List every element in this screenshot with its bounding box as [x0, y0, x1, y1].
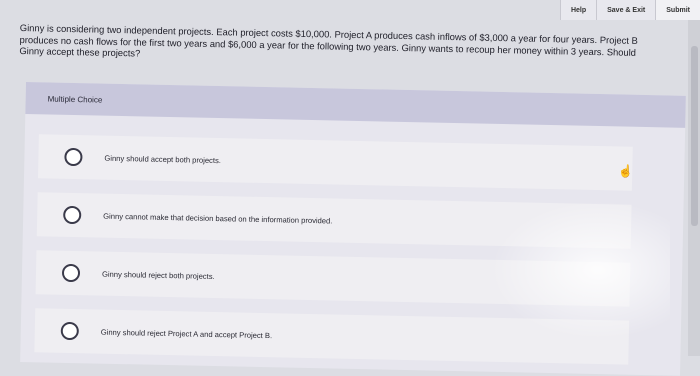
choice-option-4[interactable]: Ginny should reject Project A and accept… [34, 308, 630, 365]
choice-option-1[interactable]: Ginny should accept both projects. [37, 134, 633, 191]
scrollbar-thumb[interactable] [691, 46, 698, 226]
choice-option-2[interactable]: Ginny cannot make that decision based on… [36, 192, 632, 249]
radio-button[interactable] [64, 147, 83, 167]
question-text: Ginny is considering two independent pro… [19, 22, 638, 59]
choice-label: Ginny cannot make that decision based on… [103, 211, 333, 225]
radio-button[interactable] [61, 263, 81, 283]
help-button[interactable]: Help [559, 0, 597, 20]
choice-label: Ginny should reject Project A and accept… [100, 327, 273, 340]
submit-button[interactable]: Submit [655, 0, 700, 20]
choice-option-3[interactable]: Ginny should reject both projects. [35, 250, 631, 307]
multiple-choice-panel: Multiple Choice Ginny should accept both… [20, 82, 686, 376]
top-toolbar: Help Save & Exit Submit [559, 0, 700, 20]
choice-label: Ginny should reject both projects. [101, 269, 215, 281]
scrollbar[interactable] [688, 20, 700, 356]
radio-button[interactable] [60, 321, 79, 341]
multiple-choice-header: Multiple Choice [25, 82, 686, 128]
save-exit-button[interactable]: Save & Exit [596, 0, 656, 20]
choice-label: Ginny should accept both projects. [104, 153, 222, 165]
hand-cursor-icon: ☝ [618, 164, 633, 178]
radio-button[interactable] [63, 205, 82, 225]
